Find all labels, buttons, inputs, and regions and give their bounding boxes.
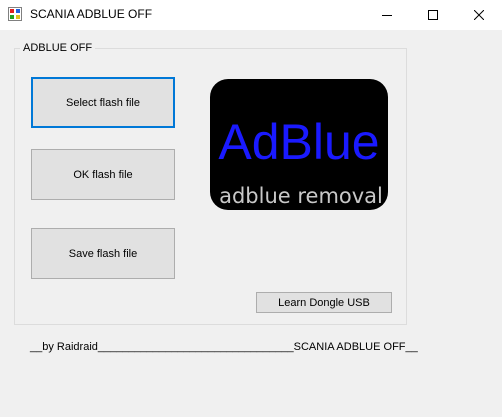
close-button[interactable] — [456, 0, 502, 30]
logo-subtitle: adblue removal — [219, 184, 383, 208]
ok-flash-file-button[interactable]: OK flash file — [31, 149, 175, 200]
adblue-logo: AdBlue adblue removal — [210, 79, 388, 210]
title-bar[interactable]: SCANIA ADBLUE OFF — [0, 0, 502, 30]
learn-dongle-usb-button[interactable]: Learn Dongle USB — [256, 292, 392, 313]
maximize-icon — [428, 10, 438, 20]
footer-credit: __by Raidraid___________________________… — [30, 341, 418, 353]
window-title: SCANIA ADBLUE OFF — [30, 7, 153, 21]
save-flash-file-button[interactable]: Save flash file — [31, 228, 175, 279]
close-icon — [474, 10, 484, 20]
groupbox-legend: ADBLUE OFF — [20, 42, 96, 54]
logo-title: AdBlue — [218, 114, 379, 170]
app-icon[interactable] — [8, 7, 22, 21]
maximize-button[interactable] — [410, 0, 456, 30]
minimize-icon — [382, 15, 392, 16]
minimize-button[interactable] — [364, 0, 410, 30]
app-window: SCANIA ADBLUE OFF ADBLUE OFF Select flas… — [0, 0, 502, 417]
select-flash-file-button[interactable]: Select flash file — [31, 77, 175, 128]
